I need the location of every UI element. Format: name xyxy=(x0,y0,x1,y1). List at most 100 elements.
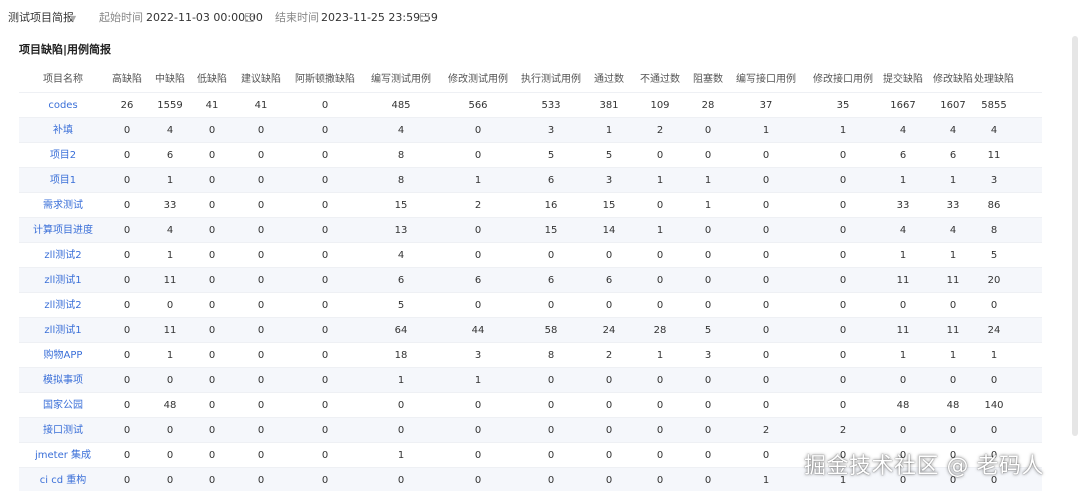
cell-written-api-cases: 0 xyxy=(762,175,770,186)
project-name-link[interactable]: zll测试1 xyxy=(44,268,81,293)
cell-written-cases: 4 xyxy=(397,250,405,261)
scrollbar-thumb[interactable] xyxy=(1072,36,1078,436)
cell-failed: 2 xyxy=(656,125,664,136)
project-name-link[interactable]: codes xyxy=(48,93,77,118)
cell-failed: 0 xyxy=(656,475,664,486)
calendar-icon[interactable] xyxy=(245,13,254,22)
cell-executed-cases: 0 xyxy=(547,300,555,311)
cell-medium-defects: 0 xyxy=(166,425,174,436)
cell-passed: 0 xyxy=(605,375,613,386)
cell-submitted-defects: 0 xyxy=(899,375,907,386)
table-row: 模拟事项 0 0 0 0 0 1 1 0 0 0 0 0 0 0 0 0 xyxy=(19,368,1042,393)
cell-asdsa-defects: 0 xyxy=(321,450,329,461)
column-header-submitted-defects: 提交缺陷 xyxy=(883,74,923,85)
cell-submitted-defects: 1 xyxy=(899,350,907,361)
cell-failed: 0 xyxy=(656,200,664,211)
cell-passed: 2 xyxy=(605,350,613,361)
cell-written-api-cases: 0 xyxy=(762,225,770,236)
cell-written-api-cases: 0 xyxy=(762,400,770,411)
project-name-link[interactable]: 项目1 xyxy=(50,168,76,193)
project-name-link[interactable]: 购物APP xyxy=(44,343,83,368)
cell-modified-cases: 0 xyxy=(474,125,482,136)
project-name-link[interactable]: 需求测试 xyxy=(43,193,83,218)
table-row: zll测试2 0 0 0 0 0 5 0 0 0 0 0 0 0 0 0 0 xyxy=(19,293,1042,318)
table-row: 购物APP 0 1 0 0 0 18 3 8 2 1 3 0 0 1 1 1 xyxy=(19,343,1042,368)
cell-written-api-cases: 0 xyxy=(762,350,770,361)
cell-medium-defects: 0 xyxy=(166,375,174,386)
project-select[interactable]: 测试项目简报 xyxy=(8,11,74,25)
cell-written-api-cases: 0 xyxy=(762,375,770,386)
section-title: 项目缺陷|用例简报 xyxy=(19,43,112,56)
cell-suggested-defects: 41 xyxy=(254,100,268,111)
cell-low-defects: 0 xyxy=(208,450,216,461)
cell-written-cases: 5 xyxy=(397,300,405,311)
project-name-link[interactable]: ci cd 重构 xyxy=(40,468,86,491)
cell-modified-defects: 1 xyxy=(949,250,957,261)
cell-written-api-cases: 0 xyxy=(762,150,770,161)
cell-blocked: 0 xyxy=(704,425,712,436)
cell-asdsa-defects: 0 xyxy=(321,250,329,261)
project-name-link[interactable]: zll测试2 xyxy=(44,293,81,318)
cell-executed-cases: 0 xyxy=(547,475,555,486)
cell-written-cases: 6 xyxy=(397,275,405,286)
cell-low-defects: 0 xyxy=(208,250,216,261)
cell-handled-defects: 86 xyxy=(987,200,1001,211)
cell-medium-defects: 0 xyxy=(166,475,174,486)
cell-suggested-defects: 0 xyxy=(257,275,265,286)
cell-executed-cases: 0 xyxy=(547,450,555,461)
cell-handled-defects: 140 xyxy=(984,400,1004,411)
project-name-link[interactable]: 项目2 xyxy=(50,143,76,168)
cell-handled-defects: 5 xyxy=(990,250,998,261)
cell-executed-cases: 3 xyxy=(547,125,555,136)
cell-written-api-cases: 0 xyxy=(762,450,770,461)
column-header-modified-api-cases: 修改接口用例 xyxy=(813,74,873,85)
cell-submitted-defects: 0 xyxy=(899,425,907,436)
cell-modified-defects: 33 xyxy=(946,200,960,211)
cell-written-cases: 0 xyxy=(397,475,405,486)
cell-medium-defects: 6 xyxy=(166,150,174,161)
cell-written-api-cases: 0 xyxy=(762,325,770,336)
cell-modified-api-cases: 35 xyxy=(836,100,850,111)
cell-submitted-defects: 33 xyxy=(896,200,910,211)
column-header-written-api-cases: 编写接口用例 xyxy=(736,74,796,85)
cell-failed: 0 xyxy=(656,400,664,411)
cell-asdsa-defects: 0 xyxy=(321,375,329,386)
cell-passed: 14 xyxy=(602,225,616,236)
project-name-link[interactable]: 模拟事项 xyxy=(43,368,83,393)
calendar-icon[interactable] xyxy=(420,13,429,22)
cell-written-api-cases: 1 xyxy=(762,475,770,486)
cell-handled-defects: 1 xyxy=(990,350,998,361)
cell-modified-cases: 0 xyxy=(474,425,482,436)
cell-modified-defects: 0 xyxy=(949,425,957,436)
project-name-link[interactable]: jmeter 集成 xyxy=(35,443,91,468)
cell-suggested-defects: 0 xyxy=(257,450,265,461)
cell-failed: 0 xyxy=(656,150,664,161)
column-header-handled-defects: 处理缺陷 xyxy=(974,74,1014,85)
cell-written-api-cases: 1 xyxy=(762,125,770,136)
project-name-link[interactable]: zll测试2 xyxy=(44,243,81,268)
cell-passed: 6 xyxy=(605,275,613,286)
cell-failed: 109 xyxy=(650,100,670,111)
project-name-link[interactable]: 国家公园 xyxy=(43,393,83,418)
cell-high-defects: 0 xyxy=(123,400,131,411)
cell-high-defects: 0 xyxy=(123,175,131,186)
table-row: 需求测试 0 33 0 0 0 15 2 16 15 0 1 0 0 33 33 86 xyxy=(19,193,1042,218)
cell-written-cases: 485 xyxy=(391,100,411,111)
cell-suggested-defects: 0 xyxy=(257,475,265,486)
column-header-high-defects: 高缺陷 xyxy=(112,74,142,85)
project-name-link[interactable]: 计算项目进度 xyxy=(33,218,93,243)
cell-modified-defects: 1 xyxy=(949,175,957,186)
cell-low-defects: 0 xyxy=(208,375,216,386)
project-name-link[interactable]: 接口测试 xyxy=(43,418,83,443)
cell-asdsa-defects: 0 xyxy=(321,150,329,161)
project-name-link[interactable]: zll测试1 xyxy=(44,318,81,343)
cell-high-defects: 0 xyxy=(123,200,131,211)
cell-modified-defects: 0 xyxy=(949,375,957,386)
defect-case-table: 项目名称 高缺陷 中缺陷 低缺陷 建议缺陷 阿斯顿撒缺陷 编写测试用例 修改测试用例 执行测试用… xyxy=(19,67,1042,491)
cell-modified-defects: 11 xyxy=(946,325,960,336)
cell-failed: 0 xyxy=(656,250,664,261)
chevron-down-icon[interactable]: ▼ xyxy=(70,12,76,26)
cell-modified-defects: 11 xyxy=(946,275,960,286)
project-name-link[interactable]: 补填 xyxy=(53,118,73,143)
scrollbar[interactable] xyxy=(1072,36,1078,491)
